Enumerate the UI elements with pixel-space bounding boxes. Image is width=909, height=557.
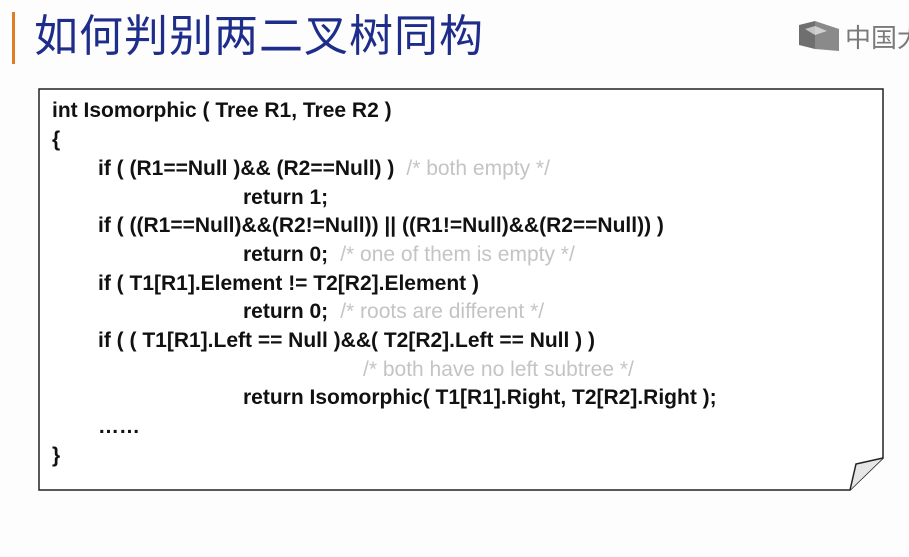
slide: 如何判别两二叉树同构 中国大 int Isomorphic ( Tree R1,…	[0, 0, 909, 557]
code-line: }	[52, 444, 61, 467]
watermark-text: 中国大	[845, 23, 909, 54]
code-line: /* both have no left subtree */	[363, 356, 634, 384]
code-line: if ( T1[R1].Element != T2[R2].Element )	[98, 272, 479, 295]
code-line: return 0;/* roots are different */	[243, 300, 545, 323]
code-line: return 0;/* one of them is empty */	[243, 243, 575, 266]
slide-title: 如何判别两二叉树同构	[34, 11, 484, 62]
code-card: int Isomorphic ( Tree R1, Tree R2 ) { if…	[38, 88, 884, 491]
watermark: 中国大	[797, 16, 909, 56]
mooc-logo-icon	[799, 21, 839, 51]
code-block: int Isomorphic ( Tree R1, Tree R2 ) { if…	[38, 88, 884, 491]
code-line: int Isomorphic ( Tree R1, Tree R2 )	[52, 99, 392, 122]
code-line: ……	[98, 415, 140, 438]
code-line: if ( ((R1==Null)&&(R2!=Null)) || ((R1!=N…	[98, 214, 664, 237]
code-comment: /* both have no left subtree */	[363, 358, 634, 381]
code-comment: /* both empty */	[406, 157, 550, 180]
code-line: return 1;	[243, 186, 329, 209]
code-line: return Isomorphic( T1[R1].Right, T2[R2].…	[243, 386, 717, 409]
title-accent-bar	[12, 12, 15, 64]
code-line: if ( (R1==Null )&& (R2==Null) )/* both e…	[98, 157, 550, 180]
code-comment: /* one of them is empty */	[340, 243, 575, 266]
code-line: {	[52, 128, 61, 151]
code-line: if ( ( T1[R1].Left == Null )&&( T2[R2].L…	[98, 329, 596, 352]
code-comment: /* roots are different */	[340, 300, 545, 323]
